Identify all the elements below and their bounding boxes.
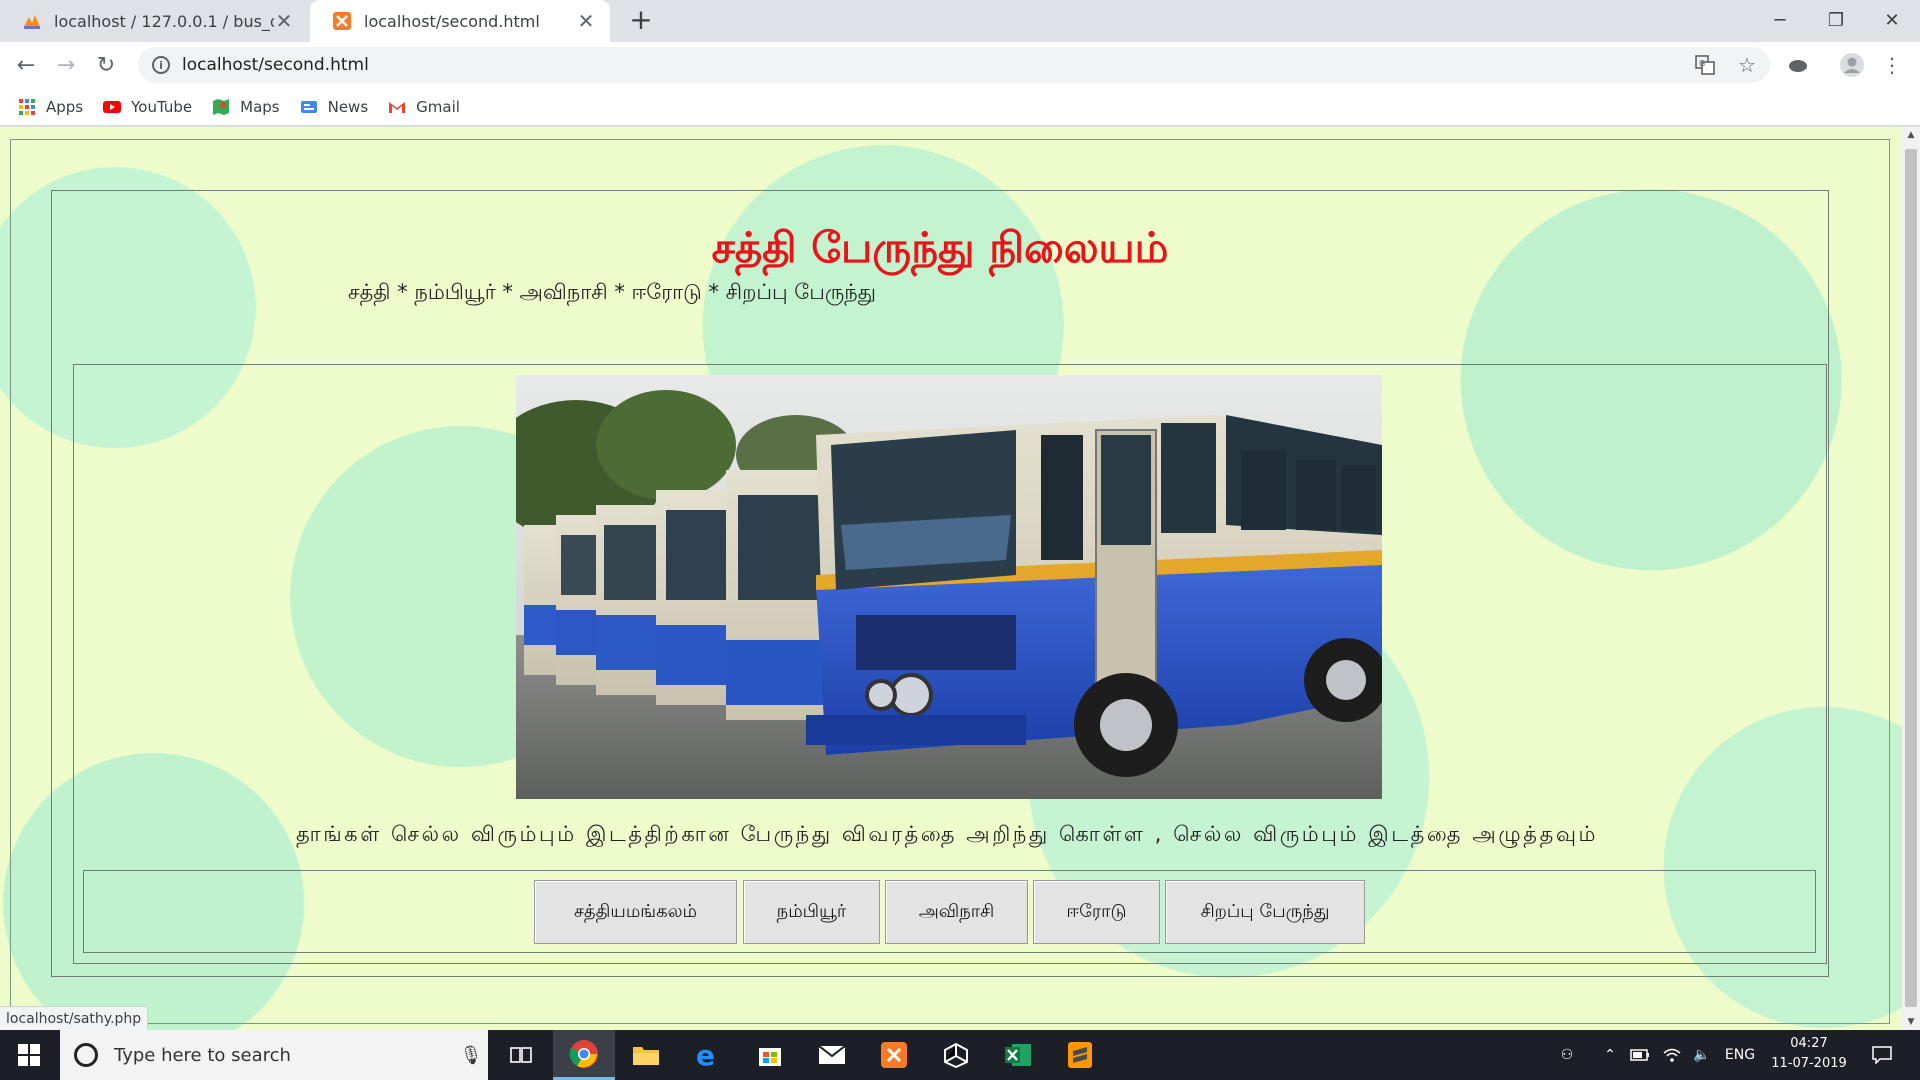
route-line: சத்தி * நம்பியூர் * அவிநாசி * ஈரோடு * சி… bbox=[348, 280, 876, 304]
scroll-down-icon[interactable]: ▼ bbox=[1902, 1014, 1920, 1030]
scroll-up-icon[interactable]: ▲ bbox=[1902, 127, 1920, 143]
link-status-bubble: localhost/sathy.php bbox=[0, 1006, 149, 1030]
close-icon[interactable]: ✕ bbox=[576, 9, 596, 33]
phpmyadmin-icon bbox=[24, 15, 40, 29]
page-title: சத்தி பேருந்து நிலையம் bbox=[711, 223, 1169, 272]
svg-text:e: e bbox=[696, 1041, 715, 1069]
info-icon[interactable]: i bbox=[152, 56, 170, 74]
svg-text:G: G bbox=[1699, 59, 1705, 68]
windows-logo-icon bbox=[18, 1044, 40, 1066]
gmail-icon bbox=[389, 101, 406, 113]
tab-second-html[interactable]: localhost/second.html ✕ bbox=[310, 0, 610, 42]
language-indicator[interactable]: ENG bbox=[1720, 1030, 1760, 1080]
maps-icon bbox=[213, 98, 230, 115]
url-text: localhost/second.html bbox=[182, 55, 369, 75]
chevron-up-icon[interactable]: ⌃ bbox=[1597, 1030, 1623, 1080]
bookmark-label: YouTube bbox=[131, 97, 193, 116]
bookmark-maps[interactable]: Maps bbox=[212, 97, 280, 116]
clock[interactable]: 04:27 11-07-2019 bbox=[1764, 1034, 1854, 1074]
bookmark-gmail[interactable]: Gmail bbox=[388, 98, 460, 116]
task-view-icon[interactable] bbox=[490, 1030, 552, 1080]
tab-title: localhost / 127.0.0.1 / bus_details bbox=[54, 11, 274, 31]
forward-button[interactable]: → bbox=[50, 49, 82, 81]
store-icon[interactable] bbox=[739, 1030, 801, 1080]
start-button[interactable] bbox=[0, 1030, 58, 1080]
volume-icon[interactable]: 🔈 bbox=[1688, 1030, 1716, 1080]
action-center-icon[interactable] bbox=[1862, 1030, 1902, 1080]
bookmark-label: Apps bbox=[46, 97, 84, 116]
microphone-icon[interactable]: 🎙 bbox=[454, 1045, 488, 1066]
extension-icon[interactable] bbox=[1783, 50, 1813, 80]
bookmark-label: News bbox=[327, 97, 369, 116]
profile-avatar-icon[interactable] bbox=[1837, 50, 1867, 80]
bookmark-news[interactable]: News bbox=[300, 97, 369, 116]
button-sathyamangalam[interactable]: சத்தியமங்கலம் bbox=[534, 880, 737, 944]
vertical-scrollbar[interactable]: ▲ ▼ bbox=[1902, 127, 1920, 1030]
minimize-button[interactable]: ─ bbox=[1752, 0, 1808, 40]
close-window-button[interactable]: ✕ bbox=[1864, 0, 1920, 40]
tab-title: localhost/second.html bbox=[364, 11, 540, 31]
scrollbar-thumb[interactable] bbox=[1905, 149, 1917, 1007]
wifi-icon[interactable] bbox=[1658, 1030, 1686, 1080]
tab-phpmyadmin[interactable]: localhost / 127.0.0.1 / bus_details ✕ bbox=[0, 0, 308, 42]
button-special-bus[interactable]: சிறப்பு பேருந்து bbox=[1165, 880, 1365, 944]
back-button[interactable]: ← bbox=[10, 49, 42, 81]
bookmarks-bar: Apps YouTube Maps News Gmail bbox=[0, 88, 1920, 126]
xampp-icon bbox=[333, 12, 351, 30]
address-bar[interactable]: i localhost/second.html bbox=[138, 47, 1770, 83]
mail-icon[interactable] bbox=[801, 1030, 863, 1080]
button-avinashi[interactable]: அவிநாசி bbox=[885, 880, 1028, 944]
apps-grid-icon bbox=[19, 98, 35, 115]
bus-photo bbox=[516, 375, 1382, 799]
menu-kebab-icon[interactable]: ⋮ bbox=[1877, 50, 1907, 80]
bookmark-label: Maps bbox=[240, 97, 280, 116]
youtube-icon bbox=[103, 100, 122, 113]
new-tab-button[interactable]: + bbox=[625, 5, 657, 37]
button-erode[interactable]: ஈரோடு bbox=[1033, 880, 1160, 944]
edge-browser-icon[interactable]: e bbox=[677, 1030, 739, 1080]
bookmark-youtube[interactable]: YouTube bbox=[103, 98, 192, 116]
page-viewport: சத்தி பேருந்து நிலையம் சத்தி * நம்பியூர்… bbox=[0, 127, 1920, 1030]
file-explorer-icon[interactable] bbox=[615, 1030, 677, 1080]
close-icon[interactable]: ✕ bbox=[274, 9, 294, 33]
button-nambiyur[interactable]: நம்பியூர் bbox=[743, 880, 880, 944]
people-icon[interactable]: ⚇ bbox=[1552, 1030, 1582, 1080]
reload-button[interactable]: ↻ bbox=[90, 49, 122, 81]
chrome-taskbar-icon[interactable] bbox=[553, 1030, 615, 1080]
maximize-button[interactable]: ❐ bbox=[1808, 0, 1864, 40]
cortana-icon bbox=[74, 1043, 98, 1067]
instruction-text: தாங்கள் செல்ல விரும்பும் இடத்திற்கான பேர… bbox=[295, 822, 1599, 846]
clock-time: 04:27 bbox=[1790, 1036, 1828, 1051]
destination-buttons: சத்தியமங்கலம் நம்பியூர் அவிநாசி ஈரோடு சி… bbox=[0, 880, 1920, 944]
taskbar-search[interactable]: Type here to search 🎙 bbox=[60, 1030, 488, 1080]
sublime-text-icon[interactable] bbox=[1049, 1030, 1111, 1080]
search-placeholder: Type here to search bbox=[114, 1044, 291, 1066]
clock-date: 11-07-2019 bbox=[1771, 1056, 1847, 1071]
xampp-taskbar-icon[interactable] bbox=[863, 1030, 925, 1080]
unity-icon[interactable] bbox=[925, 1030, 987, 1080]
browser-toolbar: ← → ↻ i localhost/second.html G ☆ ⋮ bbox=[0, 42, 1920, 88]
battery-icon[interactable] bbox=[1626, 1030, 1654, 1080]
windows-taskbar: Type here to search 🎙 e ⚇ ⌃ 🔈 ENG 04:27 bbox=[0, 1030, 1920, 1080]
news-icon bbox=[300, 100, 317, 113]
bookmark-star-icon[interactable]: ☆ bbox=[1732, 50, 1762, 80]
excel-icon[interactable] bbox=[987, 1030, 1049, 1080]
bookmark-label: Gmail bbox=[416, 97, 460, 116]
bookmark-apps[interactable]: Apps bbox=[18, 98, 83, 116]
tab-strip: localhost / 127.0.0.1 / bus_details ✕ lo… bbox=[0, 0, 1920, 42]
translate-icon[interactable]: G bbox=[1690, 50, 1720, 80]
